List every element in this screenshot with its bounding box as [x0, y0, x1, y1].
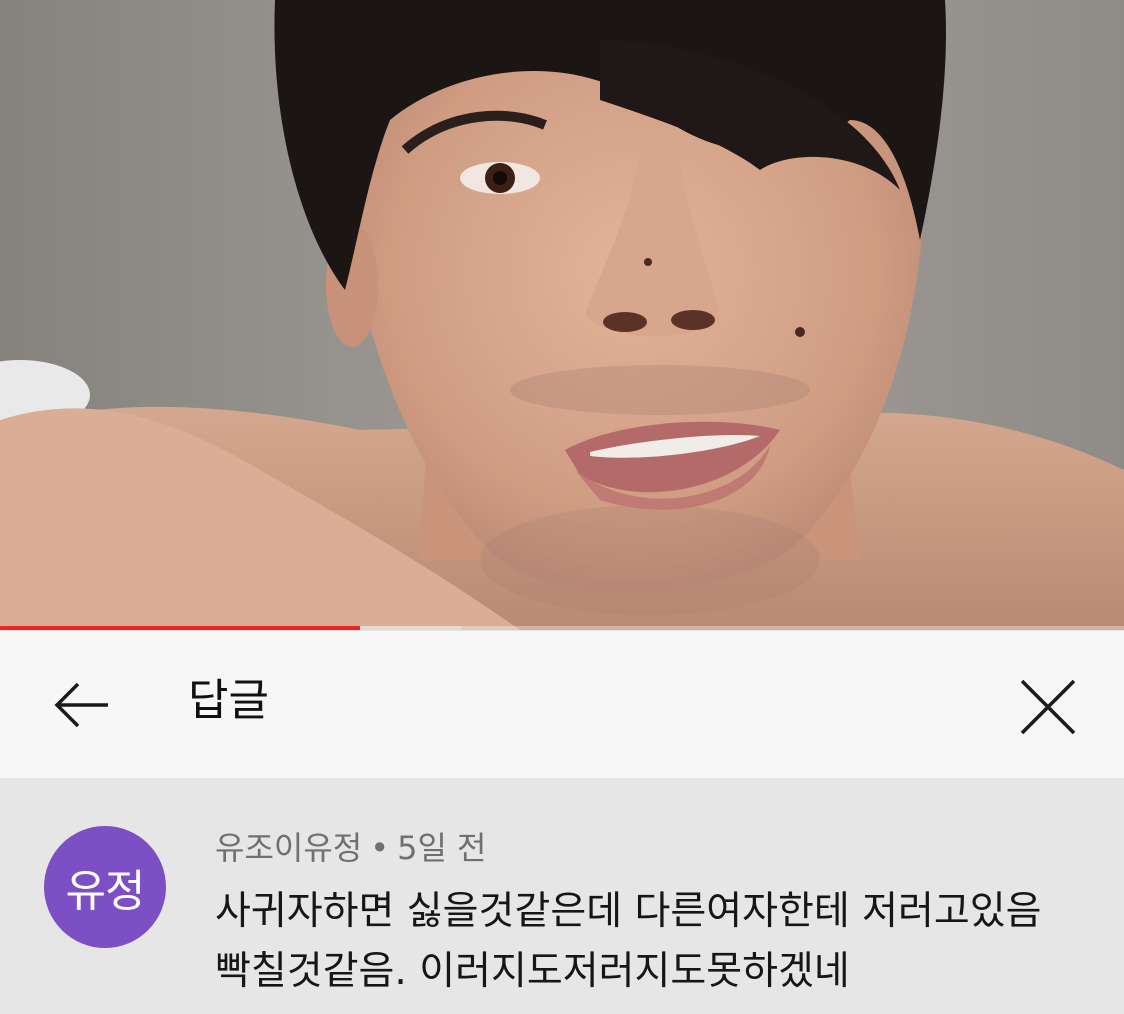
- comment-author[interactable]: 유조이유정: [215, 829, 362, 867]
- page-title: 답글: [188, 675, 269, 726]
- arrow-left-icon: [54, 682, 108, 728]
- comment-meta: 유조이유정 • 5일 전: [215, 828, 487, 868]
- replies-header: 답글: [0, 631, 1124, 778]
- meta-separator: •: [370, 829, 390, 867]
- comment-body: 사귀자하면 싫을것같은데 다른여자한테 저러고있음 빡칠것같음. 이러지도저러지…: [215, 882, 1095, 1002]
- comment: 유정 유조이유정 • 5일 전 사귀자하면 싫을것같은데 다른여자한테 저러고있음 …: [0, 778, 1124, 1014]
- close-icon: [1020, 679, 1076, 735]
- comment-line: 빡칠것같음. 이러지도저러지도못하겠네: [215, 949, 850, 994]
- back-button[interactable]: [46, 679, 118, 739]
- avatar-text: 유정: [65, 866, 146, 917]
- video-frame: [0, 0, 1124, 630]
- progress-played: [0, 626, 360, 630]
- video-player[interactable]: [0, 0, 1124, 630]
- comment-time: 5일 전: [397, 829, 487, 867]
- progress-bar[interactable]: [0, 626, 1124, 630]
- avatar[interactable]: 유정: [44, 826, 166, 948]
- close-button[interactable]: [1010, 673, 1086, 749]
- comment-line: 사귀자하면 싫을것같은데 다른여자한테 저러고있음: [215, 889, 1042, 934]
